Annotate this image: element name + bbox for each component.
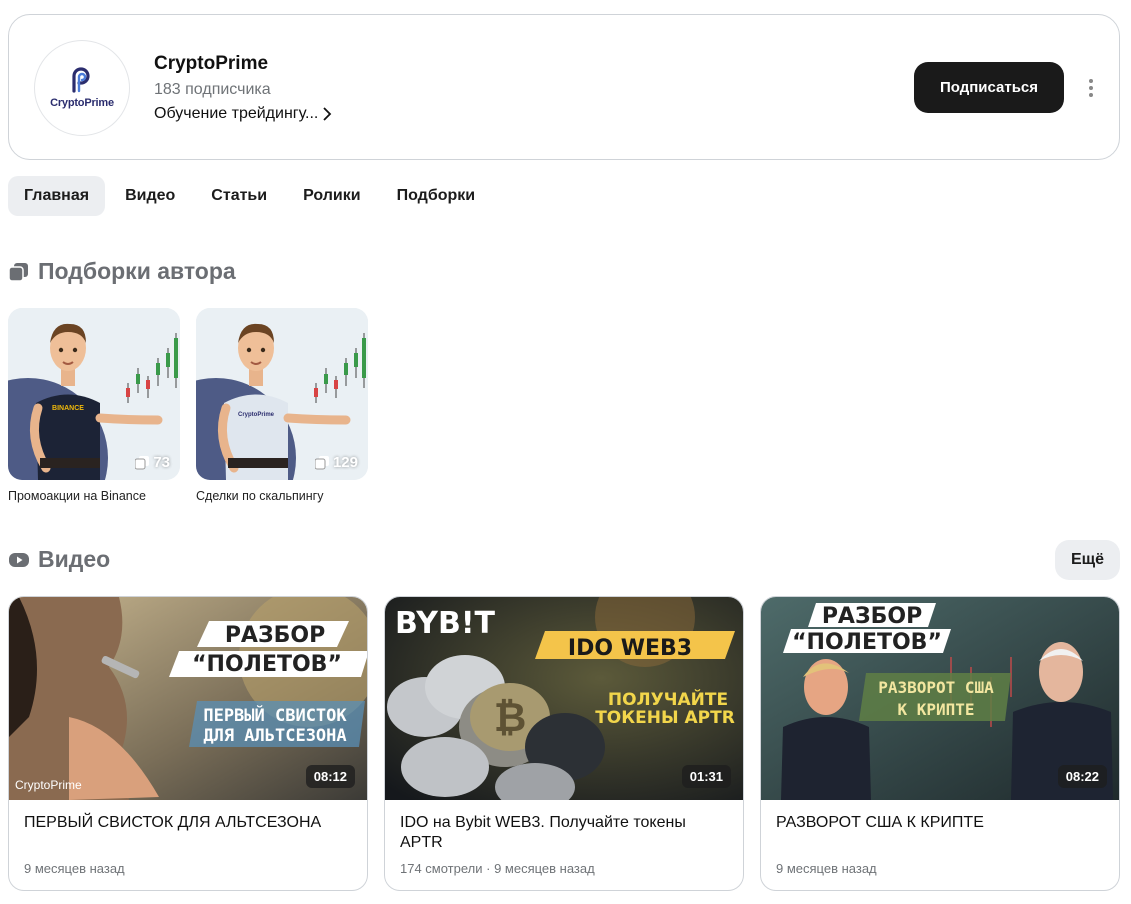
collection-card[interactable]: BINANCE 73 Промоакции на Binance <box>8 308 180 503</box>
collection-card[interactable]: CryptoPrime 129 Сделки по скальпингу <box>196 308 368 503</box>
thumb-text: РАЗВОРОТ США <box>878 678 994 697</box>
thumb-logo-text: CryptoPrime <box>15 778 82 792</box>
video-duration: 08:12 <box>305 765 355 788</box>
thumb-text: К КРИПТЕ <box>897 700 974 719</box>
videos-section-title: Видео <box>38 546 111 572</box>
more-videos-button[interactable]: Ещё <box>1055 540 1120 580</box>
svg-text:₿: ₿ <box>494 695 527 741</box>
channel-name[interactable]: CryptoPrime <box>154 53 268 75</box>
collection-thumbnail: BINANCE 73 <box>8 308 180 480</box>
video-title[interactable]: IDO на Bybit WEB3. Получайте токены APTR <box>400 813 720 853</box>
avatar-text: CryptoPrime <box>50 97 114 109</box>
chevron-right-icon <box>323 107 332 121</box>
thumb-text: ТОКЕНЫ APTR <box>595 708 735 728</box>
thumb-text: BYB!T <box>395 606 495 641</box>
video-meta: 174 смотрели · 9 месяцев назад <box>400 861 595 876</box>
subscribe-button[interactable]: Подписаться <box>914 62 1064 113</box>
tab-shorts[interactable]: Ролики <box>287 176 377 216</box>
video-card[interactable]: ₿ BYB!T IDO WEB3 ПОЛУЧАЙТЕ ТОКЕНЫ APTR 0… <box>384 596 744 891</box>
video-duration: 01:31 <box>681 765 731 788</box>
video-thumbnail[interactable]: ₿ BYB!T IDO WEB3 ПОЛУЧАЙТЕ ТОКЕНЫ APTR 0… <box>385 597 743 800</box>
collection-title: Промоакции на Binance <box>8 489 146 503</box>
video-card[interactable]: РАЗБОР “ПОЛЕТОВ” РАЗВОРОТ США К КРИПТЕ 0… <box>760 596 1120 891</box>
channel-avatar[interactable]: CryptoPrime <box>34 40 130 136</box>
collections-section-header: Подборки автора <box>8 258 236 285</box>
tab-home[interactable]: Главная <box>8 176 106 216</box>
thumb-text: “ПОЛЕТОВ” <box>192 652 342 677</box>
collection-count: 73 <box>153 454 170 471</box>
video-thumbnail[interactable]: РАЗБОР “ПОЛЕТОВ” ПЕРВЫЙ СВИСТОК ДЛЯ АЛЬТ… <box>9 597 367 800</box>
videos-section-header: Видео <box>8 546 110 573</box>
tab-articles[interactable]: Статьи <box>195 176 283 216</box>
collections-icon <box>135 455 150 469</box>
shirt-logo-text: CryptoPrime <box>238 412 275 418</box>
collections-icon <box>8 262 28 282</box>
more-options-icon[interactable] <box>1081 73 1101 103</box>
channel-description: Обучение трейдингу... <box>154 105 319 122</box>
thumb-text: IDO WEB3 <box>568 636 692 661</box>
collection-count-badge: 129 <box>314 454 358 471</box>
tab-collections[interactable]: Подборки <box>381 176 492 216</box>
subscriber-count: 183 подписчика <box>154 81 271 98</box>
collection-thumbnail: CryptoPrime 129 <box>196 308 368 480</box>
thumb-text: РАЗБОР <box>822 604 922 629</box>
cryptoprime-logo-icon <box>72 67 90 93</box>
thumb-text: РАЗБОР <box>225 623 325 648</box>
shirt-logo-text: BINANCE <box>52 405 84 412</box>
channel-tabs: Главная Видео Статьи Ролики Подборки <box>8 176 495 216</box>
channel-description-link[interactable]: Обучение трейдингу... <box>154 105 332 123</box>
collection-title: Сделки по скальпингу <box>196 489 324 503</box>
video-title[interactable]: РАЗВОРОТ США К КРИПТЕ <box>776 813 1096 833</box>
thumb-text: ПОЛУЧАЙТЕ <box>608 688 728 710</box>
collections-section-title: Подборки автора <box>38 258 236 284</box>
thumb-text: ДЛЯ АЛЬТСЕЗОНА <box>203 726 346 746</box>
tab-videos[interactable]: Видео <box>109 176 191 216</box>
collections-icon <box>314 455 329 469</box>
video-meta: 9 месяцев назад <box>24 861 125 876</box>
video-thumbnail[interactable]: РАЗБОР “ПОЛЕТОВ” РАЗВОРОТ США К КРИПТЕ 0… <box>761 597 1119 800</box>
thumb-text: ПЕРВЫЙ СВИСТОК <box>203 704 347 726</box>
channel-header-card: CryptoPrime CryptoPrime 183 подписчика О… <box>8 14 1120 160</box>
video-duration: 08:22 <box>1057 765 1107 788</box>
collection-count-badge: 73 <box>135 454 170 471</box>
video-meta: 9 месяцев назад <box>776 861 877 876</box>
video-card[interactable]: РАЗБОР “ПОЛЕТОВ” ПЕРВЫЙ СВИСТОК ДЛЯ АЛЬТ… <box>8 596 368 891</box>
video-icon <box>9 552 29 567</box>
thumb-text: “ПОЛЕТОВ” <box>792 630 942 655</box>
collection-count: 129 <box>332 454 358 471</box>
video-title[interactable]: ПЕРВЫЙ СВИСТОК ДЛЯ АЛЬТСЕЗОНА <box>24 813 344 833</box>
